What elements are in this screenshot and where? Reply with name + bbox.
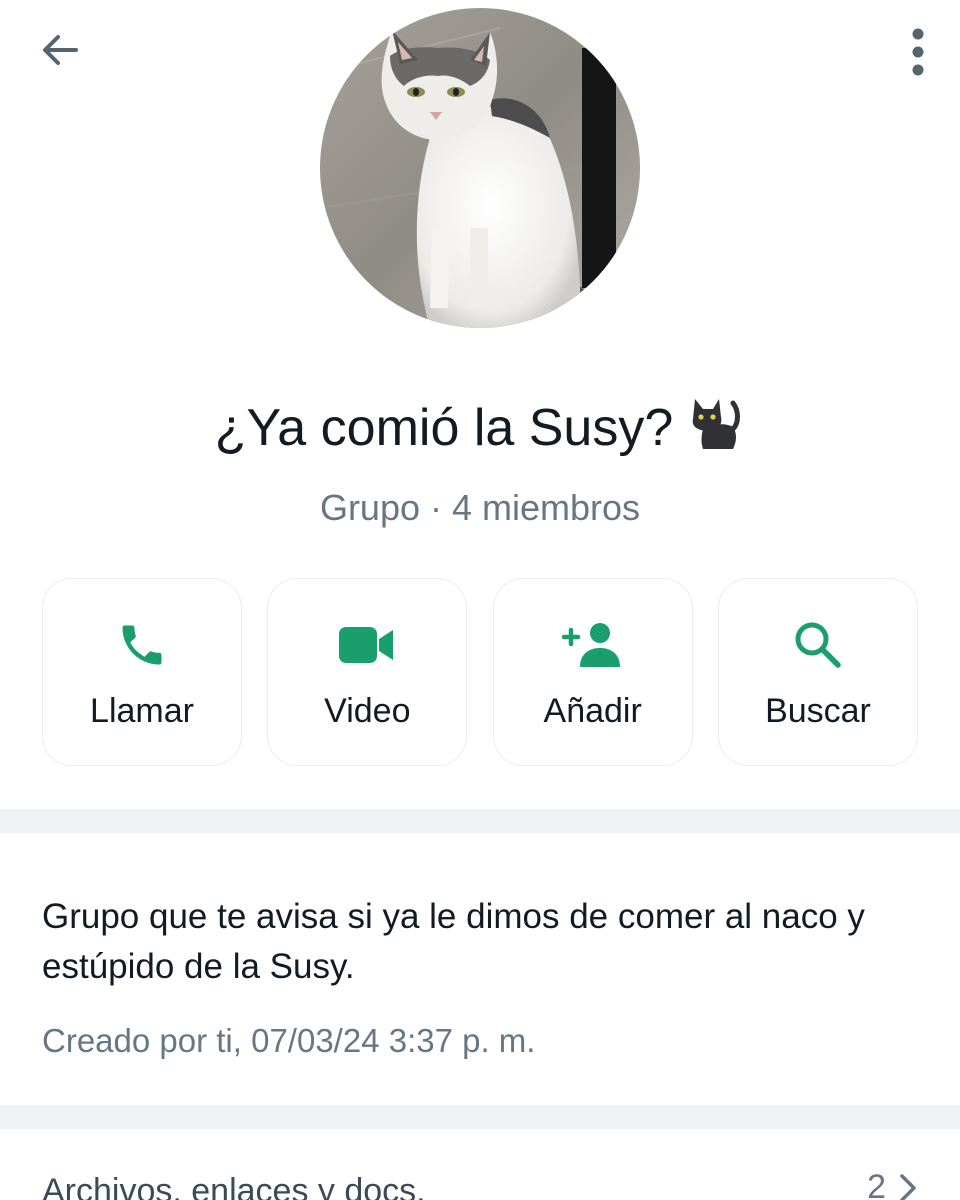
- chevron-right-icon: [900, 1174, 916, 1200]
- add-person-icon: [561, 623, 620, 667]
- call-button[interactable]: Llamar: [42, 578, 242, 766]
- action-buttons: Llamar Video Añadir Buscar: [42, 578, 918, 768]
- section-divider: [0, 1106, 960, 1129]
- group-info-screen: ¿Ya comió la Susy? Grupo · 4 miembros Ll…: [0, 0, 960, 1200]
- media-links-docs-row[interactable]: Archivos, enlaces y docs. 2: [0, 1128, 960, 1200]
- search-icon: [795, 622, 841, 668]
- video-label: Video: [324, 692, 411, 730]
- section-divider: [0, 810, 960, 833]
- back-button[interactable]: [28, 22, 92, 78]
- group-subtitle[interactable]: Grupo · 4 miembros: [0, 484, 960, 532]
- group-name: ¿Ya comió la Susy?: [214, 399, 674, 457]
- search-button[interactable]: Buscar: [717, 578, 918, 766]
- video-camera-icon: [339, 627, 394, 663]
- group-avatar[interactable]: [320, 8, 640, 328]
- more-vertical-icon: [912, 28, 924, 76]
- created-info: Creado por ti, 07/03/24 3:37 p. m.: [42, 1022, 536, 1059]
- more-options-button[interactable]: [862, 22, 926, 82]
- search-label: Buscar: [765, 692, 871, 730]
- black-cat-icon: [687, 395, 745, 470]
- media-count: 2: [867, 1168, 886, 1200]
- add-label: Añadir: [543, 692, 642, 730]
- arrow-back-icon: [43, 35, 78, 65]
- call-label: Llamar: [90, 692, 194, 730]
- media-label: Archivos, enlaces y docs.: [42, 1172, 426, 1200]
- video-button[interactable]: Video: [267, 578, 468, 766]
- phone-icon: [122, 625, 162, 665]
- group-description[interactable]: Grupo que te avisa si ya le dimos de com…: [42, 892, 922, 992]
- add-participant-button[interactable]: Añadir: [492, 578, 693, 766]
- cat-photo: [320, 8, 640, 328]
- group-title: ¿Ya comió la Susy?: [0, 392, 960, 470]
